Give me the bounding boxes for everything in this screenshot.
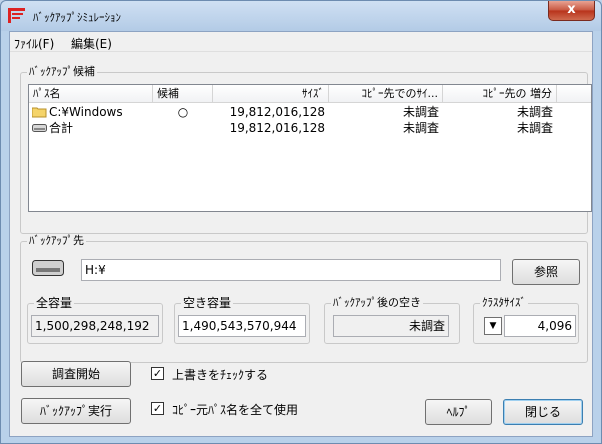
- listview-header: ﾊﾟｽ名 候補 ｻｲｽﾞ ｺﾋﾟｰ先でのｻｲ... ｺﾋﾟｰ先の 増分: [29, 85, 591, 103]
- total-capacity-value: 1,500,298,248,192: [31, 315, 159, 337]
- column-dest-size[interactable]: ｺﾋﾟｰ先でのｻｲ...: [329, 85, 443, 103]
- close-icon: x: [567, 2, 576, 17]
- chevron-down-icon: ▼: [489, 321, 497, 331]
- overwrite-check-checkbox[interactable]: ✓: [151, 367, 164, 380]
- overwrite-check-label: 上書きをﾁｪｯｸする: [172, 368, 269, 382]
- backup-simulation-window: ﾊﾞｯｸｱｯﾌﾟｼﾐｭﾚｰｼｮﾝ x ﾌｧｲﾙ(F) 編集(E) ﾊﾞｯｸｱｯﾌ…: [0, 0, 602, 444]
- menu-file[interactable]: ﾌｧｲﾙ(F): [14, 35, 54, 52]
- row-increment: 未調査: [516, 121, 553, 135]
- run-backup-button[interactable]: ﾊﾞｯｸｱｯﾌﾟ実行: [21, 398, 131, 424]
- backup-candidates-group: ﾊﾞｯｸｱｯﾌﾟ候補 ﾊﾟｽ名 候補 ｻｲｽﾞ ｺﾋﾟｰ先でのｻｲ... ｺﾋﾟ…: [20, 65, 592, 234]
- list-item[interactable]: 合計 19,812,016,128 未調査 未調査: [29, 120, 591, 136]
- total-capacity-group: 全容量 1,500,298,248,192: [27, 296, 163, 344]
- browse-button[interactable]: 参照: [512, 259, 580, 285]
- row-dest-size: 未調査: [402, 121, 439, 135]
- backup-destination-group: ﾊﾞｯｸｱｯﾌﾟ先 H:¥ 参照 全容量 1,500,298,248,192 空…: [20, 234, 588, 363]
- row-path: C:¥Windows: [49, 105, 123, 119]
- list-item[interactable]: C:¥Windows ○ 19,812,016,128 未調査 未調査: [29, 104, 591, 120]
- drive-icon: [32, 260, 64, 276]
- scan-start-button[interactable]: 調査開始: [21, 361, 131, 387]
- total-capacity-label: 全容量: [34, 296, 75, 310]
- destination-path-input[interactable]: H:¥: [81, 259, 501, 281]
- use-all-paths-label: ｺﾋﾟｰ元ﾊﾟｽ名を全て使用: [172, 403, 299, 417]
- drive-icon: [32, 124, 47, 132]
- cluster-size-group: ｸﾗｽﾀｻｲｽﾞ ▼ 4,096: [473, 296, 579, 344]
- app-icon: [8, 8, 25, 23]
- candidates-listview[interactable]: ﾊﾟｽ名 候補 ｻｲｽﾞ ｺﾋﾟｰ先でのｻｲ... ｺﾋﾟｰ先の 増分 C:¥W…: [28, 84, 592, 212]
- menu-edit[interactable]: 編集(E): [71, 35, 112, 52]
- column-size[interactable]: ｻｲｽﾞ: [213, 85, 329, 103]
- menu-bar: ﾌｧｲﾙ(F) 編集(E): [10, 32, 592, 52]
- row-dest-size: 未調査: [402, 105, 439, 119]
- cluster-size-label: ｸﾗｽﾀｻｲｽﾞ: [480, 296, 528, 310]
- row-path: 合計: [49, 121, 74, 135]
- backup-candidates-label: ﾊﾞｯｸｱｯﾌﾟ候補: [27, 65, 97, 79]
- free-after-backup-label: ﾊﾞｯｸｱｯﾌﾟ後の空き: [331, 296, 423, 310]
- window-title: ﾊﾞｯｸｱｯﾌﾟｼﾐｭﾚｰｼｮﾝ: [33, 11, 121, 24]
- backup-destination-label: ﾊﾞｯｸｱｯﾌﾟ先: [27, 234, 86, 248]
- row-increment: 未調査: [516, 105, 553, 119]
- row-size: 19,812,016,128: [229, 121, 325, 135]
- row-size: 19,812,016,128: [229, 105, 325, 119]
- use-all-paths-checkbox[interactable]: ✓: [151, 402, 164, 415]
- title-bar: ﾊﾞｯｸｱｯﾌﾟｼﾐｭﾚｰｼｮﾝ x: [1, 1, 601, 31]
- column-increment[interactable]: ｺﾋﾟｰ先の 増分: [443, 85, 557, 103]
- column-path[interactable]: ﾊﾟｽ名: [29, 85, 153, 103]
- free-space-value: 1,490,543,570,944: [178, 315, 306, 337]
- window-close-button[interactable]: x: [548, 1, 595, 21]
- help-button[interactable]: ﾍﾙﾌﾟ: [425, 399, 492, 425]
- close-button[interactable]: 閉じる: [503, 399, 583, 425]
- free-after-backup-group: ﾊﾞｯｸｱｯﾌﾟ後の空き 未調査: [324, 296, 460, 344]
- folder-icon: [32, 107, 47, 118]
- free-space-label: 空き容量: [181, 296, 234, 310]
- free-space-group: 空き容量 1,490,543,570,944: [174, 296, 310, 344]
- dialog-client-area: ﾌｧｲﾙ(F) 編集(E) ﾊﾞｯｸｱｯﾌﾟ候補 ﾊﾟｽ名 候補 ｻｲｽﾞ ｺﾋ…: [9, 31, 593, 437]
- free-after-backup-value: 未調査: [333, 315, 449, 337]
- cluster-size-dropdown[interactable]: ▼: [484, 317, 502, 335]
- cluster-size-value[interactable]: 4,096: [504, 315, 576, 337]
- row-candidate: ○: [177, 105, 189, 119]
- column-candidate[interactable]: 候補: [153, 85, 213, 103]
